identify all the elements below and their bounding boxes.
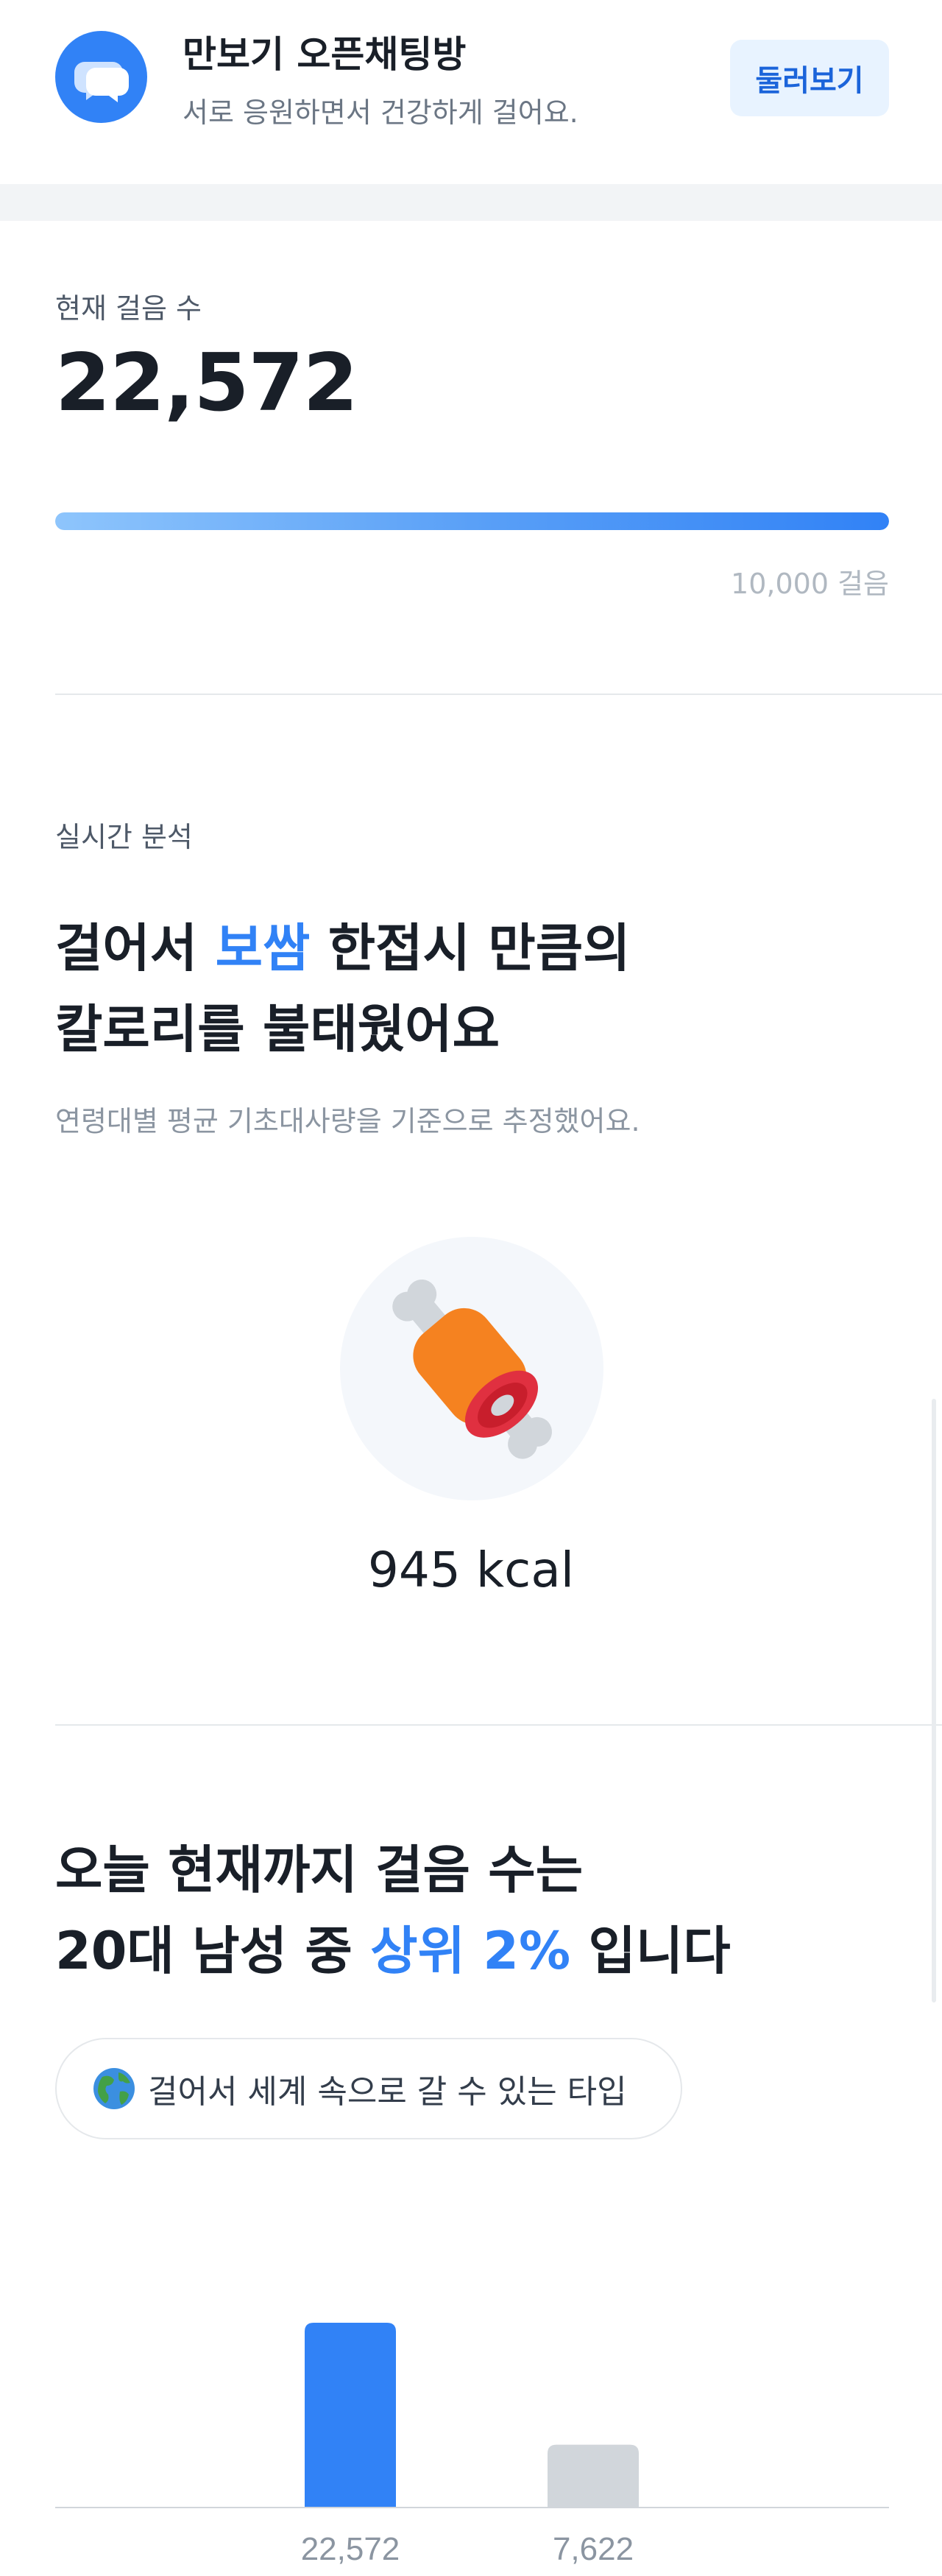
steps-label: 현재 걸음 수 bbox=[55, 292, 202, 325]
ranking-headline-line2: 20대 남성 중 상위 2% 입니다 bbox=[55, 1910, 731, 1992]
scrollbar[interactable] bbox=[932, 1399, 936, 2002]
steps-comparison-chart: 22,572 7,622 bbox=[0, 2253, 942, 2576]
chart-bar bbox=[305, 2323, 396, 2507]
chat-bubbles-icon bbox=[55, 31, 147, 123]
meat-on-bone-icon bbox=[392, 1279, 553, 1459]
food-illustration bbox=[340, 1237, 603, 1500]
calorie-headline-text: 걸어서 bbox=[55, 918, 216, 978]
banner-subtitle: 서로 응원하면서 건강하게 걸어요. bbox=[183, 96, 578, 129]
ranking-headline-line1: 오늘 현재까지 걸음 수는 bbox=[55, 1840, 584, 1900]
ranking-headline-text: 입니다 bbox=[570, 1921, 731, 1981]
steps-progress-bar bbox=[55, 512, 889, 530]
walker-type-label: 걸어서 세계 속으로 갈 수 있는 타입 bbox=[148, 2073, 627, 2111]
calorie-food-highlight: 보쌈 bbox=[215, 918, 311, 978]
chart-tick-label: 7,622 bbox=[553, 2531, 634, 2567]
chart-tick-label: 22,572 bbox=[301, 2531, 400, 2567]
open-chat-banner[interactable]: 만보기 오픈채팅방 서로 응원하면서 건강하게 걸어요. 둘러보기 bbox=[0, 0, 942, 184]
ranking-percentile-highlight: 상위 2% bbox=[370, 1921, 571, 1981]
walker-type-chip[interactable]: 걸어서 세계 속으로 갈 수 있는 타입 bbox=[55, 2038, 682, 2139]
calorie-note: 연령대별 평균 기초대사량을 기준으로 추정했어요. bbox=[55, 1105, 640, 1137]
browse-button[interactable]: 둘러보기 bbox=[730, 40, 889, 116]
divider bbox=[55, 1724, 942, 1726]
banner-title: 만보기 오픈채팅방 bbox=[183, 33, 467, 76]
calorie-headline-line1: 걸어서 보쌈 한접시 만큼의 bbox=[55, 907, 631, 989]
steps-goal: 10,000 걸음 bbox=[731, 568, 889, 600]
realtime-analysis-label: 실시간 분석 bbox=[55, 821, 193, 853]
calorie-headline-text: 한접시 만큼의 bbox=[310, 918, 631, 978]
divider bbox=[55, 694, 942, 695]
globe-icon bbox=[92, 2067, 136, 2111]
calorie-headline-line2: 칼로리를 불태웠어요 bbox=[55, 999, 500, 1059]
chart-bar bbox=[548, 2444, 639, 2507]
ranking-headline-text: 20대 남성 중 bbox=[55, 1921, 371, 1981]
steps-value: 22,572 bbox=[55, 337, 358, 429]
section-separator bbox=[0, 184, 942, 221]
steps-progress-fill bbox=[55, 512, 889, 530]
calorie-value: 945 kcal bbox=[367, 1542, 575, 1598]
